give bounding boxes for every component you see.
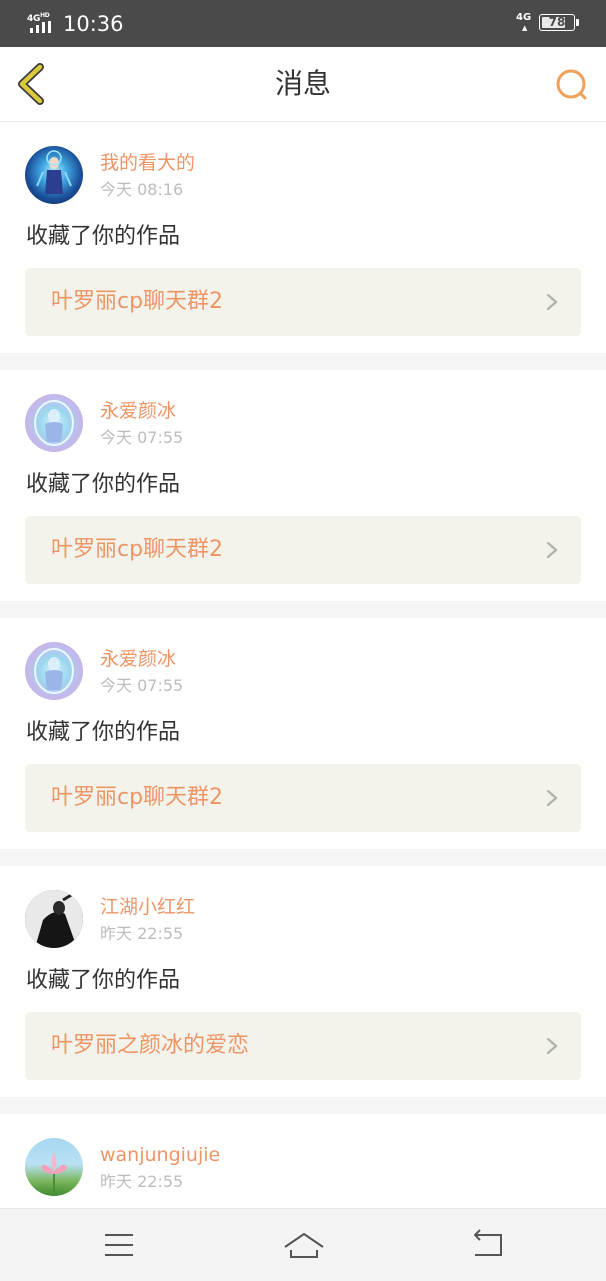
username[interactable]: 永爱颜冰 (100, 646, 176, 672)
timestamp: 昨天 22:55 (100, 1172, 184, 1191)
home-button[interactable] (282, 1223, 326, 1267)
notification-card: 永爱颜冰 今天 07:55 收藏了你的作品 叶罗丽cp聊天群2 (0, 370, 606, 601)
back-arrow-icon (474, 1229, 502, 1256)
avatar-figure (34, 400, 74, 446)
notification-card: wanjungiujie 昨天 22:55 (0, 1114, 606, 1208)
notification-feed[interactable]: 我的看大的 今天 08:16 收藏了你的作品 叶罗丽cp聊天群2 永爱颜冰 今天… (0, 122, 606, 1208)
action-text: 收藏了你的作品 (26, 968, 181, 993)
avatar[interactable] (25, 890, 83, 948)
timestamp: 今天 07:55 (100, 428, 184, 447)
avatar[interactable] (25, 394, 83, 452)
work-link[interactable]: 叶罗丽之颜冰的爱恋 (25, 1012, 581, 1080)
signal-icon: 4GHD (27, 11, 55, 33)
work-link[interactable]: 叶罗丽cp聊天群2 (25, 268, 581, 336)
username[interactable]: 江湖小红红 (100, 894, 195, 920)
username[interactable]: 永爱颜冰 (100, 398, 176, 424)
page-title: 消息 (274, 67, 331, 100)
avatar-figure (41, 1152, 67, 1196)
back-button[interactable] (12, 59, 56, 109)
cellular-type: 4G (516, 12, 532, 23)
work-title: 叶罗丽cp聊天群2 (51, 537, 224, 562)
avatar[interactable] (25, 642, 83, 700)
data-arrows-icon: ▲ (522, 24, 528, 32)
notification-card: 江湖小红红 昨天 22:55 收藏了你的作品 叶罗丽之颜冰的爱恋 (0, 866, 606, 1097)
search-button[interactable] (552, 65, 592, 105)
chevron-left-icon (18, 63, 44, 105)
action-text: 收藏了你的作品 (26, 472, 181, 497)
timestamp: 今天 08:16 (100, 180, 184, 199)
timestamp: 昨天 22:55 (100, 924, 184, 943)
menu-icon (105, 1234, 133, 1256)
work-title: 叶罗丽之颜冰的爱恋 (51, 1033, 250, 1058)
avatar-figure (36, 150, 72, 194)
action-text: 收藏了你的作品 (26, 224, 181, 249)
menu-button[interactable] (97, 1223, 141, 1267)
work-title: 叶罗丽cp聊天群2 (51, 785, 224, 810)
avatar-figure (34, 648, 74, 694)
battery-tip (576, 19, 579, 26)
work-title: 叶罗丽cp聊天群2 (51, 289, 224, 314)
avatar[interactable] (25, 1138, 83, 1196)
chevron-right-icon (546, 293, 558, 311)
notification-card: 永爱颜冰 今天 07:55 收藏了你的作品 叶罗丽cp聊天群2 (0, 618, 606, 849)
notification-card: 我的看大的 今天 08:16 收藏了你的作品 叶罗丽cp聊天群2 (0, 122, 606, 353)
work-link[interactable]: 叶罗丽cp聊天群2 (25, 764, 581, 832)
clock: 10:36 (63, 12, 124, 36)
action-text: 收藏了你的作品 (26, 720, 181, 745)
chevron-right-icon (546, 1037, 558, 1055)
avatar[interactable] (25, 146, 83, 204)
battery-icon: 78 (539, 14, 575, 31)
system-nav-bar (0, 1208, 606, 1281)
chevron-right-icon (546, 541, 558, 559)
timestamp: 今天 07:55 (100, 676, 184, 695)
work-link[interactable]: 叶罗丽cp聊天群2 (25, 516, 581, 584)
search-icon (556, 69, 587, 100)
status-bar: 4GHD 10:36 4G ▲ 78 (0, 0, 606, 47)
app-header: 消息 (0, 47, 606, 122)
username[interactable]: wanjungiujie (100, 1142, 220, 1168)
battery-percent: 78 (548, 15, 566, 29)
home-icon (284, 1233, 324, 1258)
system-back-button[interactable] (466, 1223, 510, 1267)
chevron-right-icon (546, 789, 558, 807)
avatar-figure (25, 890, 83, 948)
username[interactable]: 我的看大的 (100, 150, 195, 176)
